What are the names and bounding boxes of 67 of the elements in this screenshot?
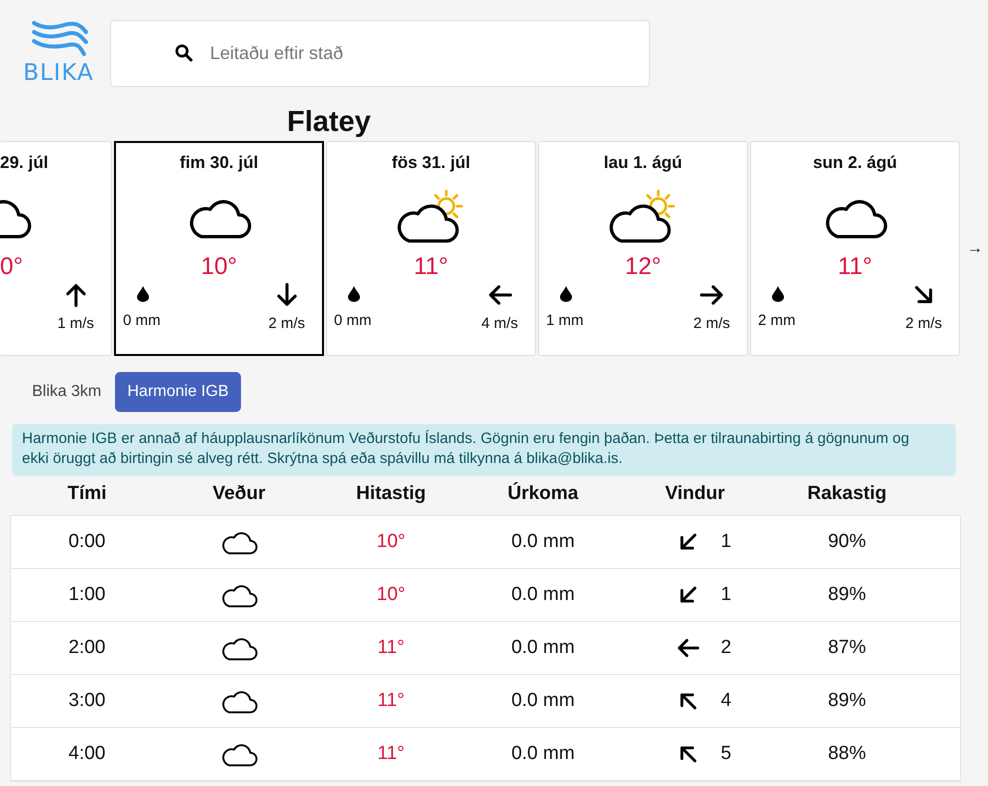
column-header: Úrkoma bbox=[506, 483, 580, 505]
wind-speed: 4 m/s bbox=[481, 315, 518, 332]
temperature: 11° bbox=[414, 253, 448, 281]
search-icon bbox=[175, 44, 193, 62]
wind-speed-cell: 1 bbox=[720, 584, 732, 606]
day-date: fös 31. júl bbox=[392, 153, 470, 174]
humidity-cell: 90% bbox=[828, 531, 866, 553]
temperature-cell: 11° bbox=[377, 637, 405, 659]
column-header: Tími bbox=[66, 483, 108, 505]
temperature: 11° bbox=[838, 253, 872, 281]
temperature-cell: 10° bbox=[376, 584, 406, 606]
day-date: fim 30. júl bbox=[180, 153, 258, 174]
humidity-cell: 89% bbox=[828, 690, 866, 712]
wind-speed: 2 m/s bbox=[693, 315, 730, 332]
day-card[interactable]: fim 30. júl 10° 0 mm 2 m/s bbox=[114, 141, 324, 356]
day-card[interactable]: lau 1. ágú 12° 1 mm 2 m/s bbox=[538, 141, 748, 356]
humidity-cell: 88% bbox=[828, 743, 866, 765]
location-title: Flatey bbox=[287, 105, 372, 139]
column-header: Hitastig bbox=[355, 483, 427, 505]
time-cell: 1:00 bbox=[68, 584, 106, 606]
time-cell: 4:00 bbox=[68, 743, 106, 765]
temperature-cell: 10° bbox=[376, 531, 406, 553]
precipitation-amount: 0 mm bbox=[123, 312, 160, 329]
day-card[interactable]: fös 31. júl 11° 0 mm 4 m/s bbox=[326, 141, 536, 356]
humidity-cell: 87% bbox=[828, 637, 866, 659]
search-field[interactable]: Leitaðu eftir stað bbox=[110, 20, 650, 87]
humidity-cell: 89% bbox=[828, 584, 866, 606]
wind-speed-cell: 1 bbox=[720, 531, 732, 553]
time-cell: 3:00 bbox=[68, 690, 106, 712]
wind-speed: 2 m/s bbox=[905, 315, 942, 332]
precipitation-amount: 1 mm bbox=[546, 312, 584, 329]
temperature: 0° bbox=[0, 253, 23, 281]
precipitation-cell: 0.0 mm bbox=[511, 637, 575, 659]
wind-speed-cell: 4 bbox=[720, 690, 732, 712]
column-header: Rakastig bbox=[806, 483, 888, 505]
model-tab[interactable]: Harmonie IGB bbox=[115, 372, 241, 412]
model-tab[interactable]: Blika 3km bbox=[20, 372, 114, 412]
day-card[interactable]: sun 2. ágú 11° 2 mm 2 m/s bbox=[750, 141, 960, 356]
wind-speed-cell: 2 bbox=[720, 637, 732, 659]
temperature: 12° bbox=[624, 253, 662, 281]
logo-text: BLIKA bbox=[23, 62, 94, 85]
raindrop-icon bbox=[137, 286, 149, 302]
time-cell: 2:00 bbox=[68, 637, 106, 659]
wind-speed: 2 m/s bbox=[268, 315, 305, 332]
raindrop-icon bbox=[348, 286, 360, 302]
day-date: lau 1. ágú bbox=[604, 153, 682, 174]
next-days-arrow[interactable]: → bbox=[967, 240, 983, 258]
precipitation-amount: 0 mm bbox=[334, 312, 372, 329]
temperature-cell: 11° bbox=[377, 743, 405, 765]
precipitation-cell: 0.0 mm bbox=[511, 743, 575, 765]
precipitation-cell: 0.0 mm bbox=[511, 584, 575, 606]
day-date: sun 2. ágú bbox=[812, 153, 898, 174]
wind-speed: 1 m/s bbox=[57, 315, 94, 332]
column-header: Vindur bbox=[664, 483, 726, 505]
temperature-cell: 11° bbox=[377, 690, 405, 712]
precipitation-cell: 0.0 mm bbox=[511, 531, 575, 553]
raindrop-icon bbox=[560, 286, 572, 302]
temperature: 10° bbox=[200, 253, 238, 281]
column-header: Veður bbox=[212, 483, 266, 505]
precipitation-amount: 2 mm bbox=[758, 312, 796, 329]
day-date: 29. júl bbox=[0, 153, 48, 174]
raindrop-icon bbox=[772, 286, 784, 302]
wind-speed-cell: 5 bbox=[720, 743, 732, 765]
day-card[interactable]: 29. júl 0° 1 m/s bbox=[0, 141, 112, 356]
model-notice: Harmonie IGB er annað af háupplausnarlíkönum Veðurstofu Íslands. Gögnin eru fengin þaðan. Þetta er tilraunabirting á gögnunum og ekki öruggt að birtingin sé alveg rétt. Skrýtna spá eða spávillu má tilkynna á blika@blika.is. bbox=[12, 424, 956, 476]
time-cell: 0:00 bbox=[68, 531, 106, 553]
precipitation-cell: 0.0 mm bbox=[511, 690, 575, 712]
